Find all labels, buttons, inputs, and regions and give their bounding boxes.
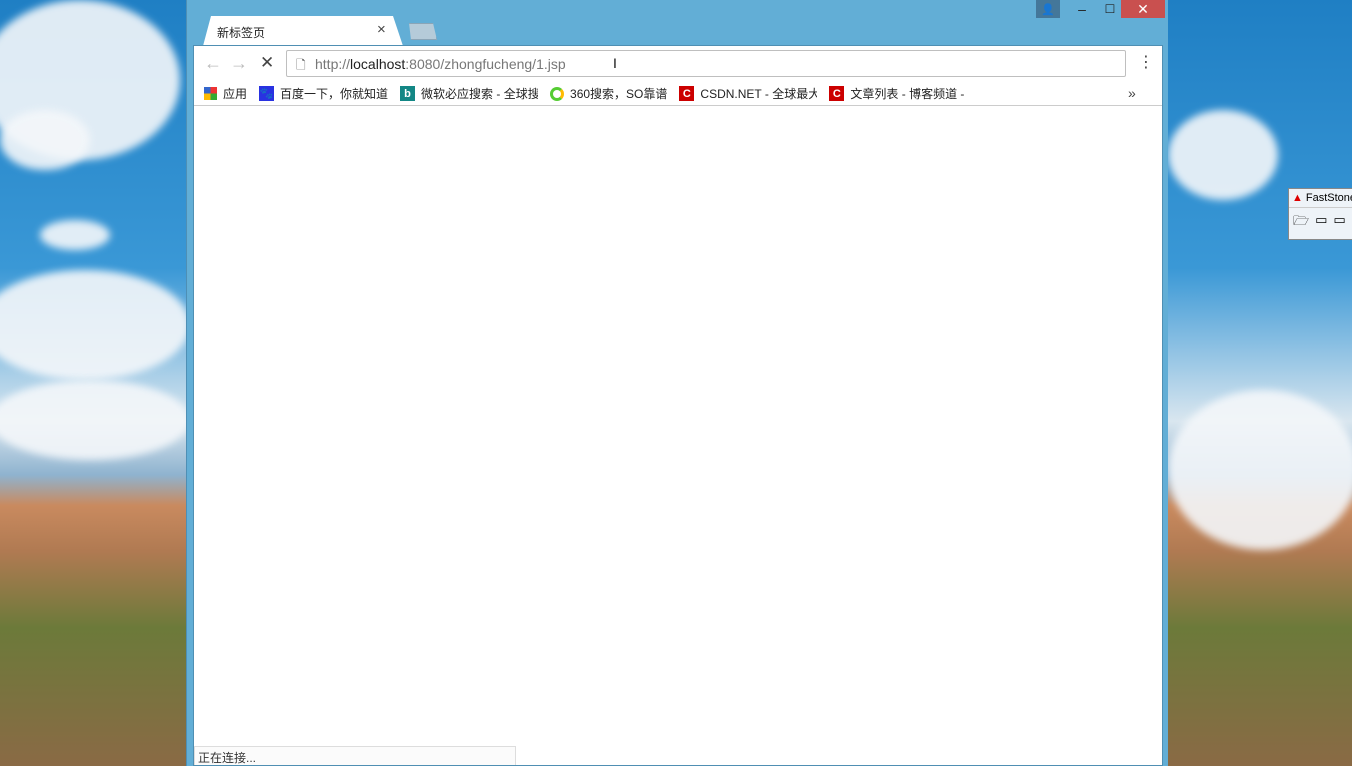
- tab-close-icon[interactable]: ×: [377, 21, 386, 38]
- tab-new-tab[interactable]: 新标签页 ×: [203, 16, 403, 46]
- faststone-logo-icon: ▲: [1292, 192, 1303, 204]
- stop-loading-button[interactable]: ✕: [260, 53, 274, 73]
- bookmark-label: CSDN.NET - 全球最大: [700, 87, 818, 101]
- back-button[interactable]: ←: [204, 53, 222, 74]
- page-icon: 🗋: [296, 58, 306, 72]
- capture-region-icon[interactable]: ▭: [1333, 212, 1345, 234]
- url-scheme: http://: [315, 56, 351, 72]
- bookmark-bing[interactable]: b 微软必应搜索 - 全球搜: [400, 85, 538, 102]
- bookmark-label: 微软必应搜索 - 全球搜: [421, 87, 539, 101]
- profile-button[interactable]: 👤: [1036, 0, 1060, 18]
- url-path: :8080/zhongfucheng/1.jsp: [405, 56, 566, 72]
- bookmark-label: 百度一下，你就知道: [280, 87, 389, 101]
- chrome-window: 👤 – ☐ ✕ 新标签页 × ← → ✕ 🗋 http://localhost:…: [186, 0, 1168, 766]
- text-cursor-icon: I: [613, 55, 617, 71]
- maximize-button[interactable]: ☐: [1097, 0, 1123, 18]
- tab-title: 新标签页: [217, 26, 266, 40]
- minimize-button[interactable]: –: [1069, 0, 1095, 18]
- faststone-capture-toolbar[interactable]: ▲ FastStone 🗁 ▭ ▭: [1288, 188, 1352, 240]
- apps-grid-icon: [204, 87, 217, 100]
- 360-search-icon: [550, 86, 565, 101]
- bookmarks-bar: 应用 🐾 百度一下，你就知道 b 微软必应搜索 - 全球搜 360搜索，SO靠谱 C…: [194, 82, 1162, 106]
- status-bubble: 正在连接...: [194, 746, 516, 765]
- desktop-wallpaper: [0, 0, 190, 766]
- address-bar[interactable]: 🗋 http://localhost:8080/zhongfucheng/1.j…: [286, 50, 1126, 77]
- bing-icon: b: [400, 86, 416, 101]
- desktop-wallpaper-right: [1168, 0, 1352, 766]
- csdn-icon: C: [829, 86, 845, 101]
- new-tab-button[interactable]: [409, 23, 437, 40]
- bookmark-article-list[interactable]: C 文章列表 - 博客频道 -: [829, 85, 964, 102]
- forward-button[interactable]: →: [230, 53, 248, 74]
- bookmark-label: 文章列表 - 博客频道 -: [850, 87, 965, 101]
- close-window-button[interactable]: ✕: [1121, 0, 1165, 18]
- toolbar: ← → ✕ 🗋 http://localhost:8080/zhongfuche…: [194, 46, 1162, 82]
- csdn-icon: C: [679, 86, 695, 101]
- faststone-title: FastStone: [1305, 192, 1352, 204]
- bookmark-label: 360搜索，SO靠谱: [570, 87, 668, 101]
- browser-content: ← → ✕ 🗋 http://localhost:8080/zhongfuche…: [193, 45, 1163, 766]
- menu-button[interactable]: ⋮: [1138, 52, 1154, 72]
- bookmark-360[interactable]: 360搜索，SO靠谱: [550, 85, 667, 102]
- bookmark-label: 应用: [223, 87, 248, 101]
- url-host: localhost: [350, 56, 406, 72]
- bookmark-csdn[interactable]: C CSDN.NET - 全球最大: [679, 85, 817, 102]
- open-folder-icon[interactable]: 🗁: [1293, 212, 1309, 234]
- bookmark-apps[interactable]: 应用: [204, 85, 247, 102]
- baidu-paw-icon: 🐾: [259, 86, 275, 101]
- bookmarks-overflow-button[interactable]: »: [1128, 85, 1136, 101]
- bookmark-baidu[interactable]: 🐾 百度一下，你就知道: [259, 85, 388, 102]
- capture-window-icon[interactable]: ▭: [1315, 212, 1327, 234]
